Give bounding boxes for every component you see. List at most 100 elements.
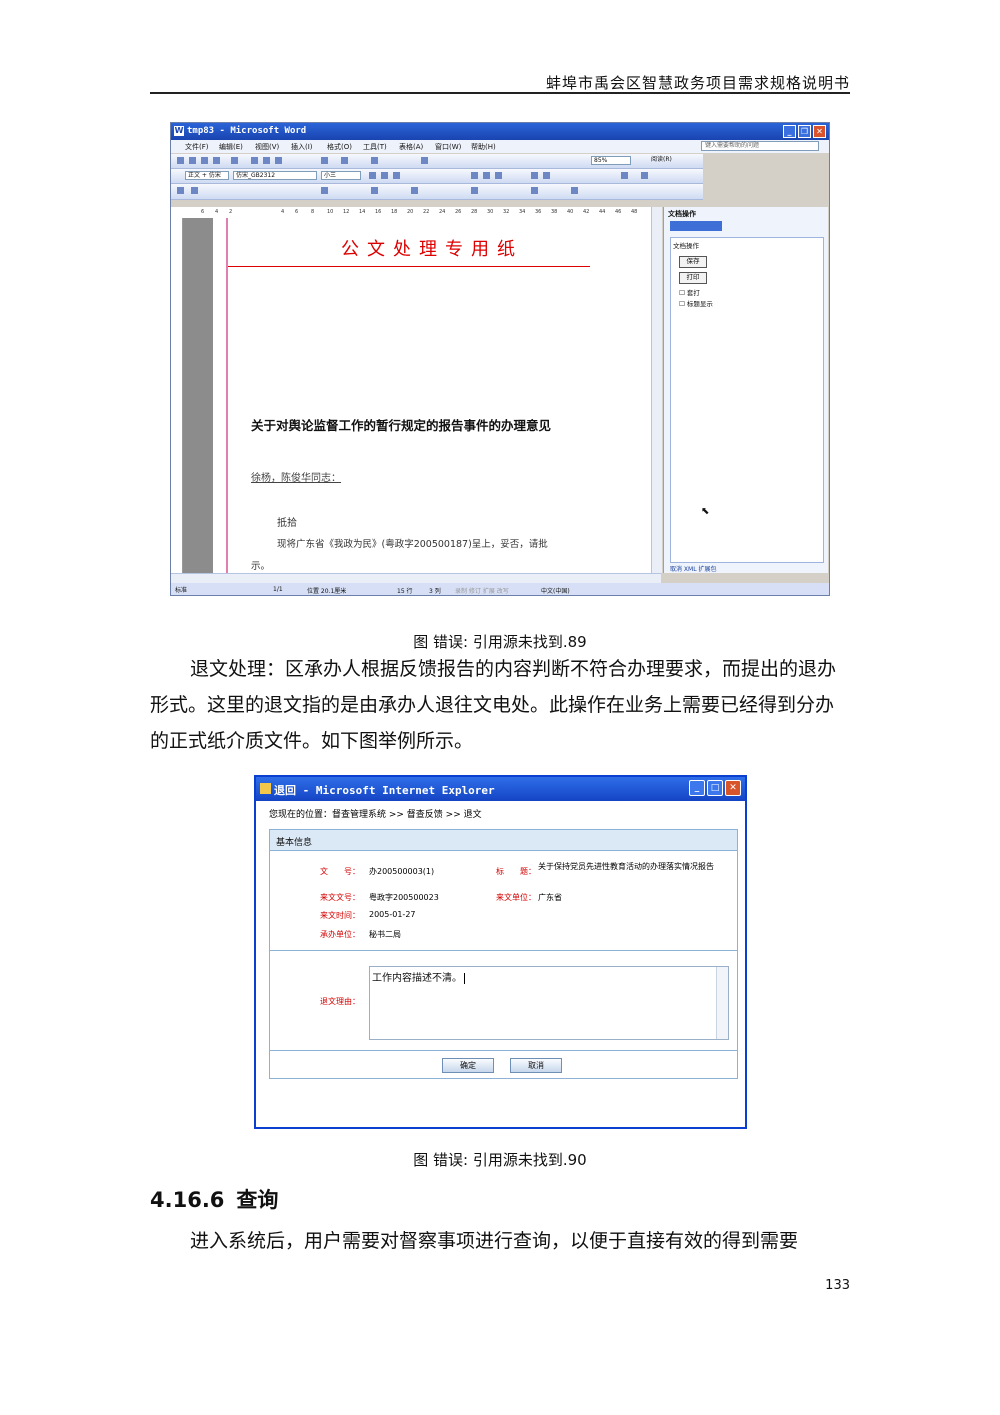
numbering-icon[interactable] — [531, 172, 538, 179]
align-center-icon[interactable] — [483, 172, 490, 179]
menu-help[interactable]: 帮助(H) — [471, 142, 496, 152]
figure-caption-89: 图 错误: 引用源未找到.89 — [413, 633, 587, 651]
columns-icon[interactable] — [421, 157, 428, 164]
cancel-button[interactable]: 取消 — [510, 1058, 562, 1073]
copy-icon[interactable] — [263, 157, 270, 164]
ie-close-icon[interactable]: ✕ — [725, 780, 741, 796]
task-pane-title: 文档操作 — [668, 210, 696, 218]
incoming-no-value: 粤政字200500023 — [369, 893, 439, 902]
close-icon[interactable]: ✕ — [813, 125, 826, 138]
header-rule — [150, 92, 850, 94]
read-mode-button[interactable]: 阅读(R) — [649, 156, 693, 165]
vertical-ruler — [171, 218, 183, 573]
italic-icon[interactable] — [381, 172, 388, 179]
pane-check-title[interactable]: ☐ 标题显示 — [679, 298, 713, 308]
view-mode[interactable]: 标准 — [175, 585, 187, 594]
pane-save-button[interactable]: 保存 — [679, 256, 707, 268]
task-pane: 文档操作 文档操作 保存 打印 ☐ 套打 ☐ 标题显示 ⬉ 取消 XML 扩展包 — [663, 207, 828, 573]
reason-textarea[interactable]: 工作内容描述不清。 — [369, 966, 729, 1040]
doc-no-label: 文 号： — [320, 867, 360, 876]
word-window-title: tmp83 - Microsoft Word — [187, 126, 307, 136]
word-title-bar: W tmp83 - Microsoft Word _ ❐ ✕ — [171, 123, 829, 140]
reason-label: 退文理由： — [320, 997, 360, 1006]
button-divider — [270, 1050, 737, 1051]
restore-icon[interactable]: ❐ — [798, 125, 811, 138]
confirm-button[interactable]: 确定 — [442, 1058, 494, 1073]
sum-icon[interactable] — [571, 187, 578, 194]
menu-insert[interactable]: 插入(I) — [291, 142, 313, 152]
menu-format[interactable]: 格式(O) — [327, 142, 352, 152]
new-doc-icon[interactable] — [177, 157, 184, 164]
line-color-icon[interactable] — [321, 187, 328, 194]
save-icon[interactable] — [201, 157, 208, 164]
bullets-icon[interactable] — [543, 172, 550, 179]
font-color-icon[interactable] — [641, 172, 648, 179]
spell-icon[interactable] — [231, 157, 238, 164]
menu-edit[interactable]: 编辑(E) — [219, 142, 243, 152]
title-label: 标 题： — [496, 867, 536, 876]
ie-minimize-icon[interactable]: _ — [689, 780, 705, 796]
ie-app-icon — [260, 783, 271, 794]
menu-window[interactable]: 窗口(W) — [435, 142, 461, 152]
table-draw-icon[interactable] — [471, 187, 478, 194]
handler-value: 秘书二局 — [369, 930, 401, 939]
figure-caption-90: 图 错误: 引用源未找到.90 — [413, 1151, 587, 1169]
pane-print-button[interactable]: 打印 — [679, 272, 707, 284]
undo-icon[interactable] — [321, 157, 328, 164]
paragraph-return: 退文处理：区承办人根据反馈报告的内容判断不符合办理要求，而提出的退办形式。这里的… — [150, 658, 837, 752]
word-app-icon: W — [174, 126, 184, 136]
task-pane-body: 文档操作 保存 打印 ☐ 套打 ☐ 标题显示 ⬉ — [670, 237, 824, 563]
redo-icon[interactable] — [341, 157, 348, 164]
form-divider — [270, 950, 737, 951]
letterhead-rule — [228, 266, 590, 267]
sort-icon[interactable] — [531, 187, 538, 194]
incoming-time-value: 2005-01-27 — [369, 910, 416, 919]
horizontal-scrollbar[interactable] — [171, 573, 661, 583]
document-scrollbar[interactable] — [651, 207, 662, 573]
ie-screenshot: 退回 - Microsoft Internet Explorer _ □ ✕ 您… — [254, 775, 747, 1129]
font-select[interactable]: 仿宋_GB2312 — [233, 171, 317, 180]
incoming-unit-label: 来文单位： — [496, 893, 536, 902]
document-heading: 关于对舆论监督工作的暂行规定的报告事件的办理意见 — [251, 418, 552, 433]
return-form: 基本信息 文 号： 办200500003(1) 标 题： 关于保持党员先进性教育… — [269, 829, 738, 1079]
box-icon[interactable] — [371, 187, 378, 194]
print-icon[interactable] — [213, 157, 220, 164]
incoming-no-label: 来文文号： — [320, 893, 360, 902]
standard-toolbar: 85% 阅读(R) — [171, 154, 703, 169]
shadow-icon[interactable] — [411, 187, 418, 194]
draw-icon[interactable] — [177, 187, 184, 194]
zoom-select[interactable]: 85% — [591, 156, 631, 165]
textarea-scrollbar[interactable] — [716, 967, 728, 1039]
menu-tools[interactable]: 工具(T) — [363, 142, 387, 152]
ie-maximize-icon[interactable]: □ — [707, 780, 723, 796]
menu-file[interactable]: 文件(F) — [185, 142, 209, 152]
highlight-icon[interactable] — [621, 172, 628, 179]
bold-icon[interactable] — [369, 172, 376, 179]
table-icon[interactable] — [371, 157, 378, 164]
cut-icon[interactable] — [251, 157, 258, 164]
margin-line — [226, 218, 228, 573]
body-line-3: 示。 — [251, 561, 271, 572]
letterhead-title: 公文处理专用纸 — [341, 239, 523, 260]
incoming-time-label: 来文时间： — [320, 911, 360, 920]
document-page[interactable]: 公文处理专用纸 关于对舆论监督工作的暂行规定的报告事件的办理意见 徐杨，陈俊华同… — [213, 218, 651, 573]
align-left-icon[interactable] — [471, 172, 478, 179]
task-pane-footer[interactable]: 取消 XML 扩展包 — [670, 564, 716, 573]
menu-table[interactable]: 表格(A) — [399, 142, 423, 152]
title-value: 关于保持党员先进性教育活动的办理落实情况报告 — [538, 862, 714, 871]
task-pane-nav[interactable] — [670, 221, 722, 231]
pane-check-overprint[interactable]: ☐ 套打 — [679, 287, 700, 297]
menu-view[interactable]: 视图(V) — [255, 142, 279, 152]
formatting-toolbar: 正文 + 仿宋 仿宋_GB2312 小三 — [171, 169, 703, 184]
style-select[interactable]: 正文 + 仿宋 — [185, 171, 229, 180]
align-right-icon[interactable] — [495, 172, 502, 179]
paste-icon[interactable] — [275, 157, 282, 164]
minimize-icon[interactable]: _ — [783, 125, 796, 138]
underline-icon[interactable] — [393, 172, 400, 179]
select-icon[interactable] — [191, 187, 198, 194]
font-size-select[interactable]: 小三 — [321, 171, 361, 180]
help-search-box[interactable]: 键入需要帮助的问题 — [701, 141, 819, 151]
page-number: 133 — [825, 1278, 850, 1293]
section-header: 基本信息 — [270, 830, 737, 851]
open-icon[interactable] — [189, 157, 196, 164]
